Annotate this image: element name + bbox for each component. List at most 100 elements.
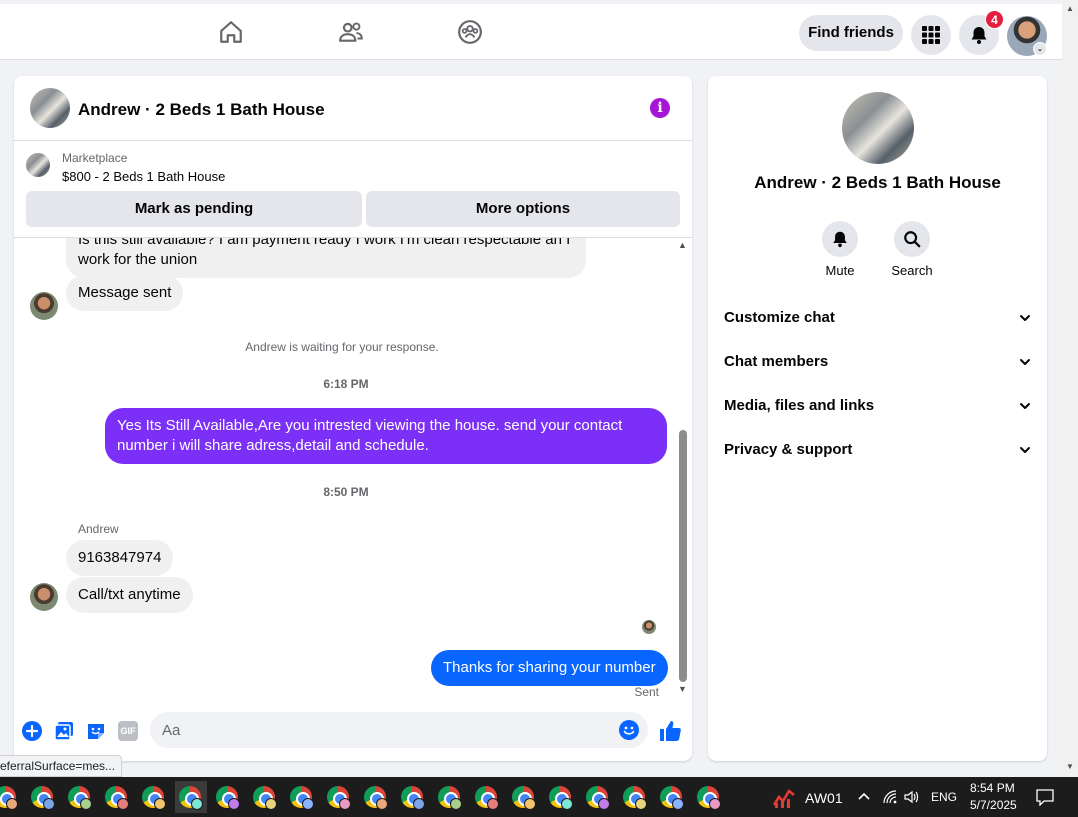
- listing-avatar[interactable]: [30, 88, 70, 128]
- taskbar-chrome-button[interactable]: [138, 781, 170, 813]
- trading-app-icon[interactable]: [772, 785, 796, 809]
- chevron-down-icon[interactable]: ⌄: [1033, 42, 1047, 56]
- profile-badge-icon: [561, 798, 573, 810]
- page-scrollbar[interactable]: [1062, 0, 1078, 777]
- taskbar-chrome-button[interactable]: [27, 781, 59, 813]
- taskbar-chrome-button[interactable]: [434, 781, 466, 813]
- marketplace-listing-bar: Marketplace $800 - 2 Beds 1 Bath House M…: [14, 142, 692, 238]
- message-input[interactable]: [150, 712, 648, 748]
- volume-icon[interactable]: [903, 789, 919, 805]
- plus-circle-icon[interactable]: [22, 721, 42, 741]
- profile-badge-icon: [376, 798, 388, 810]
- taskbar-chrome-button[interactable]: [508, 781, 540, 813]
- section-privacy-support[interactable]: Privacy & support: [724, 432, 1031, 468]
- section-label: Privacy & support: [724, 441, 853, 458]
- listing-source-label: Marketplace: [62, 151, 128, 165]
- scroll-up-arrow-icon[interactable]: ▲: [678, 240, 687, 250]
- message-thread[interactable]: Is this still available? I am payment re…: [14, 238, 692, 701]
- profile-badge-icon: [709, 798, 721, 810]
- scroll-down-arrow-icon[interactable]: ▼: [678, 684, 687, 694]
- search-label: Search: [891, 263, 933, 278]
- emoji-icon[interactable]: [619, 720, 639, 740]
- more-options-button[interactable]: More options: [366, 191, 680, 227]
- section-label: Customize chat: [724, 309, 835, 326]
- taskbar-chrome-button[interactable]: [101, 781, 133, 813]
- sent-status: Sent: [634, 685, 659, 699]
- waiting-notice: Andrew is waiting for your response.: [245, 340, 439, 354]
- taskbar-chrome-button[interactable]: [0, 781, 22, 813]
- info-icon[interactable]: i: [650, 98, 670, 118]
- taskbar-chrome-button[interactable]: [582, 781, 614, 813]
- windows-taskbar: AW01 ENG 8:54 PM 5/7/2025: [0, 777, 1078, 817]
- find-friends-button[interactable]: Find friends: [799, 15, 903, 51]
- clock-time[interactable]: 8:54 PM: [970, 781, 1015, 795]
- taskbar-chrome-button[interactable]: [175, 781, 207, 813]
- chat-scroll-thumb[interactable]: [679, 430, 687, 682]
- network-icon[interactable]: [882, 789, 898, 805]
- taskbar-chrome-button[interactable]: [397, 781, 429, 813]
- taskbar-chrome-button[interactable]: [64, 781, 96, 813]
- scroll-up-arrow-icon[interactable]: ▲: [1066, 4, 1074, 13]
- chat-scrollbar[interactable]: ▲ ▼: [676, 238, 690, 701]
- profile-badge-icon: [117, 798, 129, 810]
- taskbar-chrome-button[interactable]: [323, 781, 355, 813]
- search-button[interactable]: Search: [882, 221, 942, 278]
- language-indicator[interactable]: ENG: [931, 790, 957, 804]
- listing-thumbnail[interactable]: [26, 153, 50, 177]
- taskbar-chrome-button[interactable]: [545, 781, 577, 813]
- taskbar-chrome-button[interactable]: [249, 781, 281, 813]
- section-chat-members[interactable]: Chat members: [724, 344, 1031, 380]
- message-composer: GIF: [14, 702, 692, 761]
- profile-badge-icon: [450, 798, 462, 810]
- profile-badge-icon: [228, 798, 240, 810]
- outgoing-message: Thanks for sharing your number: [431, 650, 668, 686]
- section-media-files-links[interactable]: Media, files and links: [724, 388, 1031, 424]
- taskbar-chrome-button[interactable]: [212, 781, 244, 813]
- gif-icon[interactable]: GIF: [118, 721, 138, 741]
- tray-app-label[interactable]: AW01: [805, 790, 843, 806]
- chat-panel: Andrew · 2 Beds 1 Bath House i Marketpla…: [14, 76, 692, 761]
- mute-button[interactable]: Mute: [810, 221, 870, 278]
- thumbs-up-icon[interactable]: [658, 719, 682, 743]
- grid-menu-icon: [922, 26, 940, 44]
- listing-title[interactable]: $800 - 2 Beds 1 Bath House: [62, 169, 225, 184]
- chat-title[interactable]: Andrew · 2 Beds 1 Bath House: [78, 100, 325, 120]
- mark-as-pending-button[interactable]: Mark as pending: [26, 191, 362, 227]
- sticker-icon[interactable]: [86, 721, 106, 741]
- profile-badge-icon: [635, 798, 647, 810]
- section-customize-chat[interactable]: Customize chat: [724, 300, 1031, 336]
- profile-badge-icon: [302, 798, 314, 810]
- home-icon[interactable]: [218, 19, 244, 45]
- outgoing-message: Yes Its Still Available,Are you intreste…: [105, 408, 667, 464]
- section-label: Media, files and links: [724, 397, 875, 414]
- read-receipt-avatar: [642, 620, 656, 634]
- search-icon: [904, 231, 921, 248]
- incoming-message: 9163847974: [66, 540, 174, 576]
- clock-date[interactable]: 5/7/2025: [970, 798, 1017, 812]
- taskbar-chrome-button[interactable]: [656, 781, 688, 813]
- taskbar-chrome-button[interactable]: [286, 781, 318, 813]
- taskbar-chrome-button[interactable]: [619, 781, 651, 813]
- profile-badge-icon: [80, 798, 92, 810]
- menu-button[interactable]: [911, 15, 951, 55]
- details-avatar[interactable]: [842, 92, 914, 164]
- profile-badge-icon: [154, 798, 166, 810]
- bell-icon: [833, 231, 847, 248]
- action-center-icon[interactable]: [1035, 788, 1055, 806]
- taskbar-chrome-button[interactable]: [471, 781, 503, 813]
- chevron-down-icon: [1020, 315, 1030, 321]
- details-title: Andrew · 2 Beds 1 Bath House: [754, 173, 1001, 192]
- taskbar-chrome-button[interactable]: [360, 781, 392, 813]
- chevron-up-icon[interactable]: [857, 791, 871, 801]
- scroll-down-arrow-icon[interactable]: ▼: [1066, 762, 1074, 771]
- sender-avatar[interactable]: [30, 583, 58, 611]
- profile-badge-icon: [191, 798, 203, 810]
- photo-icon[interactable]: [54, 721, 74, 741]
- profile-badge-icon: [339, 798, 351, 810]
- bell-icon: [971, 27, 987, 44]
- sender-avatar[interactable]: [30, 292, 58, 320]
- groups-icon[interactable]: [457, 19, 483, 45]
- friends-icon[interactable]: [338, 19, 364, 45]
- sender-name: Andrew: [78, 522, 119, 536]
- taskbar-chrome-button[interactable]: [693, 781, 725, 813]
